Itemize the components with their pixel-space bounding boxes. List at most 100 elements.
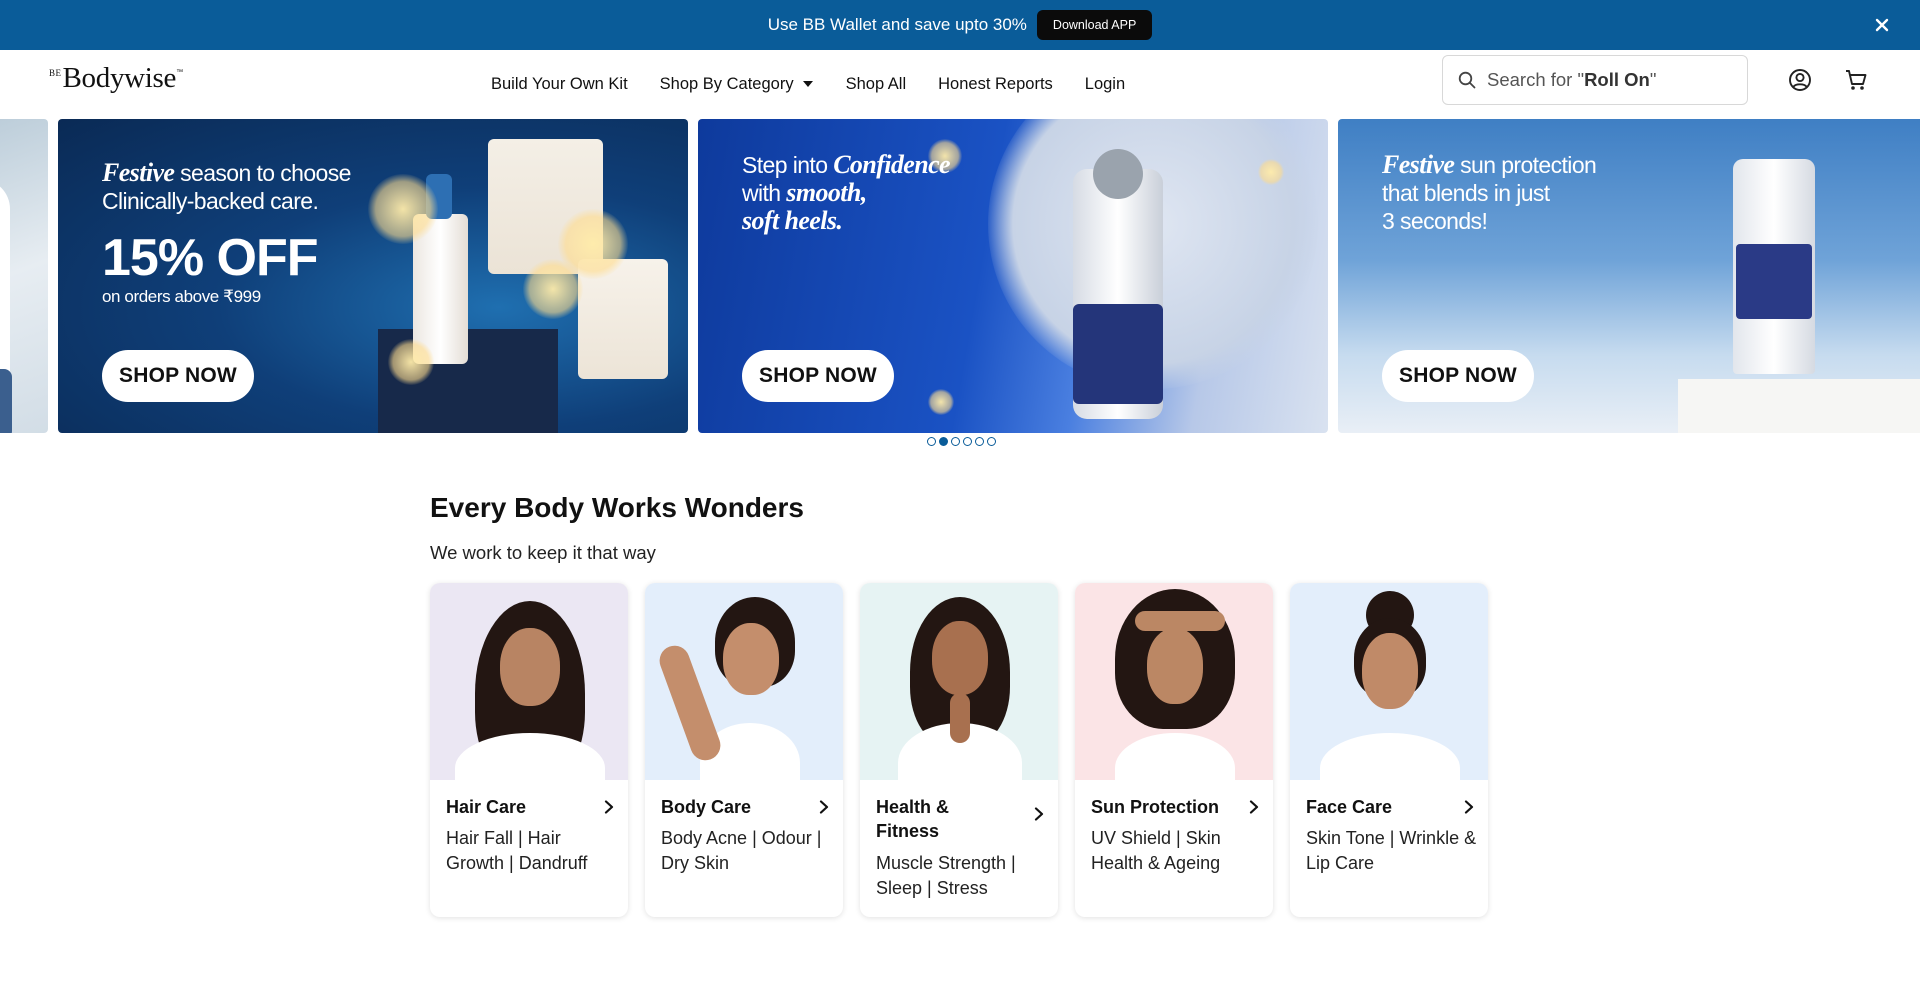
- chevron-right-icon: [1249, 800, 1259, 814]
- bodywise-logo[interactable]: BE Bodywise ™: [49, 63, 183, 103]
- slide-emphasis: smooth,: [786, 178, 867, 207]
- offer-headline: 15% OFF: [102, 229, 318, 287]
- slide-heading-line: with smooth,: [742, 179, 950, 207]
- nav-label: Build Your Own Kit: [491, 74, 628, 93]
- slide-text: Clinically-backed care.: [102, 188, 319, 214]
- model-face: [932, 621, 988, 695]
- model-face: [723, 623, 779, 695]
- bokeh-light: [368, 174, 438, 244]
- slide-emphasis: Festive: [102, 158, 175, 187]
- slide-emphasis: soft heels.: [742, 206, 843, 235]
- slide-heading-line: Festive sun protection: [1382, 150, 1597, 179]
- bokeh-light: [388, 339, 434, 385]
- card-header: Hair Care: [446, 795, 616, 819]
- model-face: [1147, 628, 1203, 704]
- category-card-sun-protection[interactable]: Sun Protection UV Shield | Skin Health &…: [1075, 583, 1273, 917]
- model-hands: [950, 693, 970, 743]
- carousel-dot[interactable]: [951, 437, 960, 446]
- logo-prefix: BE: [49, 68, 62, 78]
- main-nav: Build Your Own Kit Shop By Category Shop…: [491, 50, 1157, 118]
- nav-shop-all[interactable]: Shop All: [846, 75, 907, 94]
- slide-copy: Step into Confidence with smooth, soft h…: [742, 150, 951, 235]
- category-title: Face Care: [1306, 797, 1393, 817]
- carousel-dot[interactable]: [975, 437, 984, 446]
- nav-label: Shop All: [845, 74, 907, 93]
- close-icon[interactable]: [1872, 15, 1892, 35]
- slide-text: 3 seconds!: [1382, 208, 1488, 234]
- slide-emphasis: Confidence: [833, 150, 950, 179]
- category-card-health-fitness[interactable]: Health & Fitness Muscle Strength | Sleep…: [860, 583, 1058, 917]
- nav-login[interactable]: Login: [1085, 75, 1125, 94]
- carousel-slide-heels[interactable]: Step into Confidence with smooth, soft h…: [698, 119, 1328, 433]
- cart-icon[interactable]: [1843, 67, 1869, 93]
- slide-text: Step into: [742, 152, 834, 178]
- search-input[interactable]: Search for "Roll On": [1442, 55, 1748, 105]
- chevron-right-icon: [819, 800, 829, 814]
- logo-trademark: ™: [176, 69, 184, 76]
- account-icon[interactable]: [1787, 67, 1813, 93]
- carousel-dot[interactable]: [963, 437, 972, 446]
- slide-heading-line: Step into Confidence: [742, 150, 951, 179]
- slide-heading-line: Clinically-backed care.: [102, 187, 351, 215]
- slide-text: sun protection: [1454, 152, 1597, 178]
- carousel-slide-sunscreen[interactable]: Festive sun protection that blends in ju…: [1338, 119, 1920, 433]
- card-header: Face Care: [1306, 795, 1476, 819]
- logo-name: Bodywise: [62, 62, 177, 94]
- search-icon: [1458, 71, 1476, 89]
- category-description: Muscle Strength | Sleep | Stress: [876, 853, 1016, 898]
- slide-emphasis: Festive: [1382, 150, 1455, 179]
- chevron-right-icon: [604, 800, 614, 814]
- model-face: [500, 628, 560, 706]
- carousel-dot[interactable]: [927, 437, 936, 446]
- carousel-slide-festive-offer[interactable]: Festive season to choose Clinically-back…: [58, 119, 688, 433]
- model-top: [1115, 733, 1235, 780]
- carousel-dot-active[interactable]: [939, 437, 948, 446]
- nav-honest-reports[interactable]: Honest Reports: [938, 75, 1053, 94]
- category-title: Health & Fitness: [876, 797, 950, 841]
- category-title: Hair Care: [446, 797, 527, 817]
- category-cards: Hair Care Hair Fall | Hair Growth | Dand…: [430, 583, 1505, 917]
- category-image: [1290, 583, 1488, 780]
- slide-copy: Festive season to choose Clinically-back…: [102, 159, 351, 307]
- slide-heading-line: that blends in just: [1382, 179, 1596, 207]
- category-description: Hair Fall | Hair Growth | Dandruff: [446, 828, 588, 873]
- model-arm: [1135, 611, 1225, 631]
- category-card-face-care[interactable]: Face Care Skin Tone | Wrinkle & Lip Care: [1290, 583, 1488, 917]
- category-image: [645, 583, 843, 780]
- chevron-right-icon: [1464, 800, 1474, 814]
- model-top: [1320, 733, 1460, 780]
- search-prefix: Search for ": [1487, 69, 1585, 90]
- category-title: Sun Protection: [1091, 797, 1220, 817]
- section-subtitle: We work to keep it that way: [430, 542, 656, 563]
- shop-now-button[interactable]: SHOP NOW: [1382, 350, 1534, 402]
- section-title: Every Body Works Wonders: [430, 492, 804, 523]
- category-card-body-care[interactable]: Body Care Body Acne | Odour | Dry Skin: [645, 583, 843, 917]
- nav-label: Honest Reports: [938, 74, 1053, 93]
- chevron-right-icon: [1034, 807, 1044, 821]
- slide-text: that blends in just: [1382, 180, 1550, 206]
- nav-shop-by-category[interactable]: Shop By Category: [660, 75, 814, 94]
- card-header: Sun Protection: [1091, 795, 1261, 819]
- nav-build-your-own-kit[interactable]: Build Your Own Kit: [491, 75, 628, 94]
- shop-now-button[interactable]: SHOP NOW: [102, 350, 254, 402]
- nav-label: Login: [1084, 74, 1126, 93]
- download-app-button[interactable]: Download APP: [1036, 10, 1153, 40]
- shop-now-button[interactable]: SHOP NOW: [742, 350, 894, 402]
- carousel-dot[interactable]: [987, 437, 996, 446]
- category-image: [860, 583, 1058, 780]
- model-jeans: [0, 369, 12, 433]
- carousel-slide-partial[interactable]: [0, 119, 48, 433]
- bokeh-light: [523, 259, 583, 319]
- card-header: Body Care: [661, 795, 831, 819]
- category-image: [430, 583, 628, 780]
- model-face: [1362, 633, 1418, 709]
- slide-copy: Festive sun protection that blends in ju…: [1382, 150, 1597, 235]
- site-header: BE Bodywise ™ Build Your Own Kit Shop By…: [0, 50, 1920, 118]
- category-image: [1075, 583, 1273, 780]
- roll-on-label: [1073, 304, 1163, 404]
- hero-carousel: Festive season to choose Clinically-back…: [0, 119, 1920, 433]
- roll-on-ball: [1093, 149, 1143, 199]
- nav-label: Shop By Category: [659, 74, 794, 93]
- slide-heading-line: soft heels.: [742, 207, 950, 235]
- category-card-hair-care[interactable]: Hair Care Hair Fall | Hair Growth | Dand…: [430, 583, 628, 917]
